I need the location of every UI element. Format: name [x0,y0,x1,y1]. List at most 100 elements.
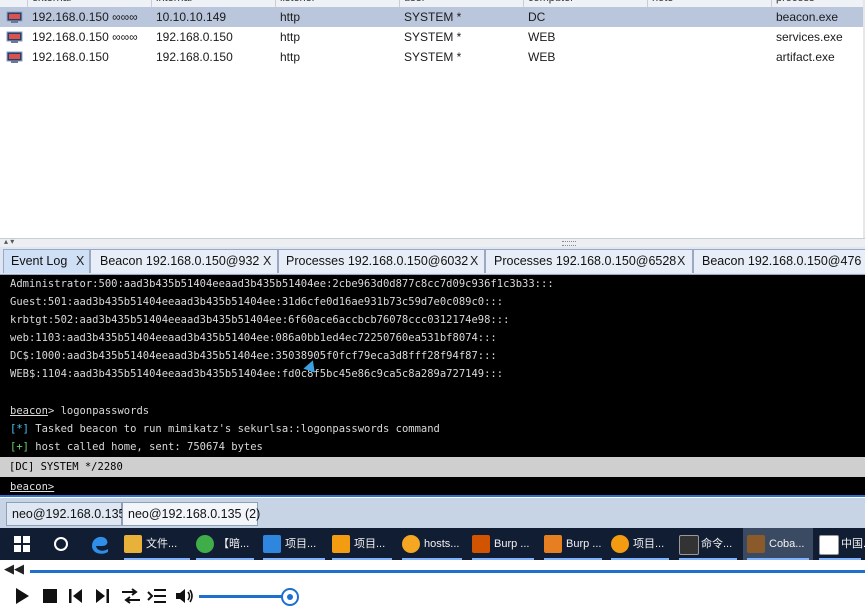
close-icon[interactable]: X [470,250,478,273]
cell-external: 192.168.0.150 [32,50,109,64]
taskbar-item[interactable]: Burp ... [468,528,538,560]
taskbar-item[interactable]: 项目... [259,528,329,560]
status-text: [DC] SYSTEM */2280 [9,461,123,473]
hash-line: krbtgt:502:aad3b435b51404eeaad3b435b5140… [10,314,510,326]
cell-process: beacon.exe [776,10,839,24]
beacon-status-bar: [DC] SYSTEM */2280 [0,457,865,477]
splitter-grip-icon[interactable] [562,241,576,246]
session-tab-label: neo@192.168.0.135 [12,507,126,521]
tab-beacon-932[interactable]: Beacon 192.168.0.150@932 X [90,249,278,273]
beacon-prompt: beacon [10,405,48,417]
taskbar-item[interactable]: 中国... [815,528,865,560]
session-tab-1[interactable]: neo@192.168.0.135 [6,502,126,526]
cell-listener: http [280,50,301,64]
w-app-icon [263,535,281,553]
tab-label: Beacon 192.168.0.150@476 [702,254,862,268]
tab-event-log[interactable]: Event Log X [3,249,90,273]
taskbar-item[interactable]: Coba... [743,528,813,560]
taskbar-item[interactable]: 【暗... [192,528,258,560]
beacon-command-input[interactable]: beacon> [0,477,865,497]
input-focus-edge [0,495,865,497]
splitter-arrows-icon[interactable]: ▴ ▾ [4,237,14,246]
volume-icon[interactable] [175,587,195,605]
taskbar-item[interactable]: 项目... [328,528,396,560]
header-computer[interactable]: computer [524,0,648,7]
close-icon[interactable]: X [263,250,271,273]
cobalt-strike-icon [747,535,765,553]
green-circle-icon [196,535,214,553]
command-line: beacon> logonpasswords [10,405,149,417]
cell-user: SYSTEM * [404,50,462,64]
tab-label: Processes 192.168.0.150@6528 [494,254,677,268]
server-session-tabs: neo@192.168.0.135 neo@192.168.0.135 (2) [0,498,865,528]
windows-start-icon[interactable] [14,536,30,552]
search-icon[interactable] [53,536,69,552]
taskbar-item[interactable]: Burp ... [540,528,606,560]
stop-icon[interactable] [41,587,59,605]
tab-bar: Event Log X Beacon 192.168.0.150@932 X P… [0,247,865,275]
cell-process: services.exe [776,30,843,44]
cell-internal: 192.168.0.150 [156,50,233,64]
info-tag: [*] [10,423,29,435]
beacon-session-icon [6,51,23,63]
table-row[interactable]: 192.168.0.150 192.168.0.150 http SYSTEM … [0,47,865,67]
header-internal[interactable]: internal [152,0,276,7]
playlist-icon[interactable] [147,587,167,605]
command-text: > logonpasswords [47,405,150,417]
seek-bar[interactable] [30,570,865,573]
session-tab-label: neo@192.168.0.135 (2) [128,507,261,521]
tab-label: Processes 192.168.0.150@6032 [286,254,469,268]
white-window-icon [819,535,839,555]
tab-processes-6528[interactable]: Processes 192.168.0.150@6528 X [485,249,693,273]
table-row[interactable]: 192.168.0.150 ∞∞∞ 192.168.0.150 http SYS… [0,27,865,47]
hash-line: DC$:1000:aad3b435b51404eeaad3b435b51404e… [10,350,497,362]
host-text: host called home, sent: 750674 bytes [28,441,263,453]
taskbar-item[interactable]: 命令... [675,528,741,560]
header-user[interactable]: user [400,0,524,7]
header-listener[interactable]: listener [276,0,400,7]
cell-external: 192.168.0.150 ∞∞∞ [32,10,138,24]
taskbar-item[interactable]: hosts... [398,528,466,560]
taskbar-item[interactable]: 文件... [120,528,194,560]
taskbar-item[interactable]: 项目... [607,528,673,560]
terminal-icon [679,535,699,555]
orange-square-icon [332,535,350,553]
beacon-session-icon [6,11,23,23]
rewind-icon[interactable]: ◀◀ [4,561,24,577]
orange-star-icon [611,535,629,553]
close-icon[interactable]: X [677,250,685,273]
close-icon[interactable]: X [76,250,84,273]
play-icon[interactable] [13,587,31,605]
windows-taskbar: 文件... 【暗... 项目... 项目... hosts... Burp ..… [0,528,865,560]
cell-listener: http [280,30,301,44]
header-process[interactable]: process [772,0,865,7]
tab-beacon-476[interactable]: Beacon 192.168.0.150@476 X [693,249,865,273]
next-icon[interactable] [94,587,110,605]
beacon-session-icon [6,31,23,43]
folder-icon [124,535,142,553]
header-note[interactable]: note [648,0,772,7]
tab-processes-6032[interactable]: Processes 192.168.0.150@6032 X [278,249,485,273]
session-table: external internal listener user computer… [0,0,865,240]
previous-icon[interactable] [68,587,84,605]
shuffle-icon[interactable] [121,587,141,605]
header-icon-col[interactable] [0,0,28,7]
volume-knob[interactable] [281,588,299,606]
input-prompt: beacon> [10,481,55,493]
edge-browser-icon[interactable] [89,533,111,555]
cell-internal: 10.10.10.149 [156,10,227,24]
hash-line: Administrator:500:aad3b435b51404eeaad3b4… [10,278,554,290]
cell-internal: 192.168.0.150 [156,30,233,44]
cell-computer: DC [528,10,546,24]
host-line: [+] host called home, sent: 750674 bytes [10,441,263,453]
volume-slider[interactable] [199,595,287,598]
cell-process: artifact.exe [776,50,835,64]
event-log-console[interactable]: Administrator:500:aad3b435b51404eeaad3b4… [0,275,865,457]
header-external[interactable]: external [28,0,152,7]
magnifier-icon [402,535,420,553]
tab-label: Event Log [11,254,68,268]
table-row[interactable]: 192.168.0.150 ∞∞∞ 10.10.10.149 http SYST… [0,7,865,27]
burp-icon [544,535,562,553]
cell-user: SYSTEM * [404,30,462,44]
session-tab-2[interactable]: neo@192.168.0.135 (2) [122,502,261,526]
